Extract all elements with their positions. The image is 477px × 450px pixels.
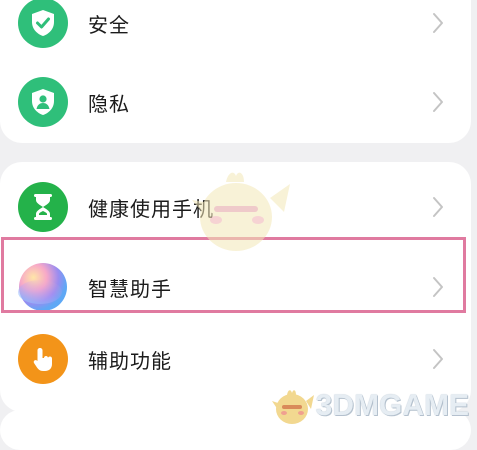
privacy-shield-icon [18,77,68,127]
hand-tap-icon [18,334,68,384]
chevron-right-icon [433,349,443,369]
chevron-right-icon [433,277,443,297]
settings-item-security[interactable]: 安全 [0,0,471,63]
settings-item-privacy[interactable]: 隐私 [0,62,471,142]
watermark-logo-icon [271,390,314,424]
settings-item-label: 隐私 [88,91,130,116]
watermark-text: 3DMGAME [315,389,469,422]
hourglass-icon [18,182,68,232]
smart-assistant-orb-icon [18,262,68,312]
watermark: 3DMGAME [270,387,469,425]
mascot-watermark-icon [192,172,290,251]
shield-check-icon [18,0,68,48]
chevron-right-icon [433,13,443,33]
chevron-right-icon [433,197,443,217]
settings-item-label: 辅助功能 [88,348,172,373]
settings-item-label: 安全 [88,12,130,37]
chevron-right-icon [433,92,443,112]
settings-item-label: 智慧助手 [88,276,172,301]
settings-group-security: 安全 隐私 [0,0,471,143]
